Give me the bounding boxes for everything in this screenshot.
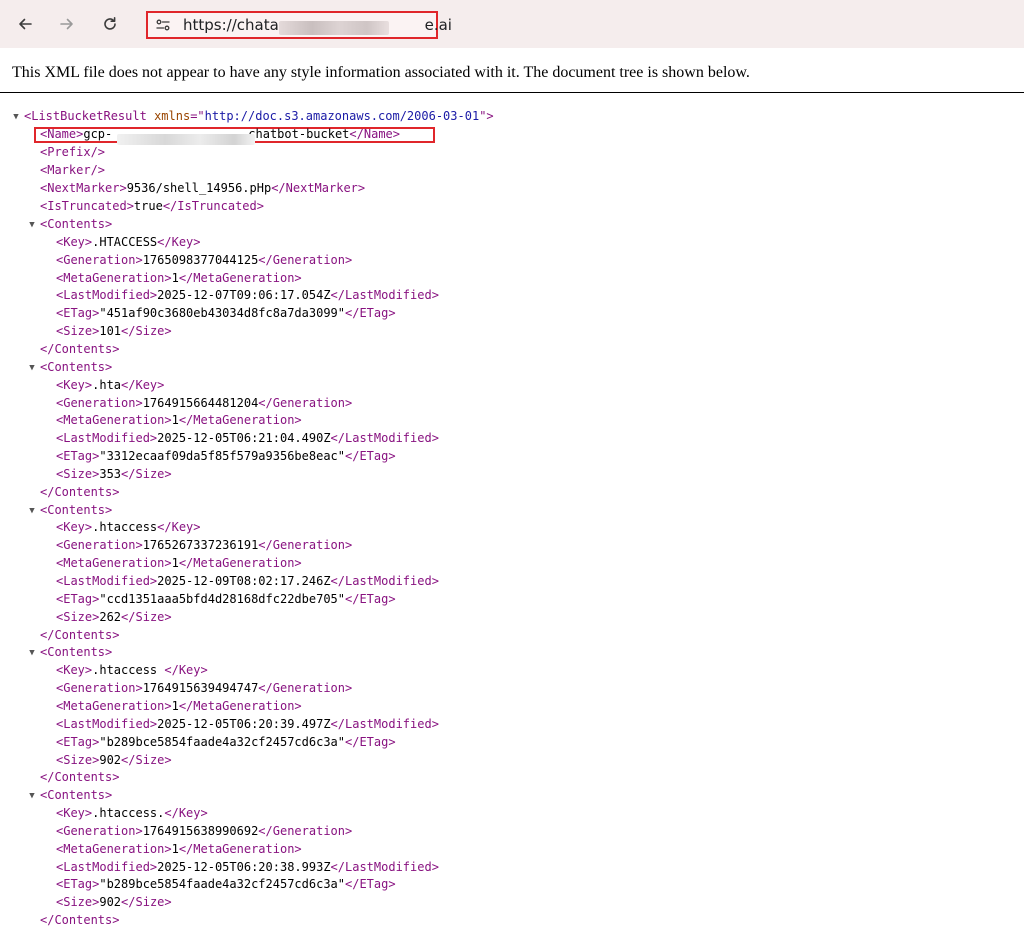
contents-key-element: <Key>.HTACCESS</Key> (56, 234, 201, 249)
collapse-toggle-icon[interactable]: ▼ (11, 112, 21, 122)
marker-element: <Marker/> (40, 163, 106, 177)
contents-open-tag: <Contents> (40, 359, 113, 374)
contents-metageneration-element: <MetaGeneration>1</MetaGeneration> (56, 841, 302, 856)
contents-open-tag: <Contents> (40, 645, 113, 660)
contents-close-tag: </Contents> (40, 341, 120, 356)
collapse-toggle-icon[interactable]: ▼ (27, 791, 37, 801)
contents-last-modified-element: <LastModified>2025-12-05T06:20:38.993Z</… (56, 859, 439, 874)
contents-close-tag: </Contents> (40, 913, 120, 928)
contents-key-element: <Key>.hta</Key> (56, 377, 165, 392)
arrow-right-icon (60, 18, 73, 30)
contents-generation-element: <Generation>1764915664481204</Generation… (56, 395, 353, 410)
xml-style-notice: This XML file does not appear to have an… (12, 64, 750, 81)
notice-divider (0, 92, 1024, 93)
contents-metageneration-element: <MetaGeneration>1</MetaGeneration> (56, 413, 302, 428)
browser-toolbar: https://chatas e.ai (0, 0, 1024, 48)
arrow-left-icon (19, 18, 32, 30)
collapse-toggle-icon[interactable]: ▼ (27, 506, 37, 516)
url-redaction (279, 21, 389, 35)
contents-generation-element: <Generation>1765267337236191</Generation… (56, 538, 353, 553)
contents-key-element: <Key>.htaccess </Key> (56, 663, 208, 678)
contents-close-tag: </Contents> (40, 770, 120, 785)
contents-generation-element: <Generation>1765098377044125</Generation… (56, 252, 353, 267)
contents-close-tag: </Contents> (40, 627, 120, 642)
contents-size-element: <Size>353</Size> (56, 466, 172, 481)
url-text[interactable]: https://chatas e.ai (183, 16, 452, 35)
contents-size-element: <Size>262</Size> (56, 609, 172, 624)
contents-size-element: <Size>902</Size> (56, 752, 172, 767)
contents-metageneration-element: <MetaGeneration>1</MetaGeneration> (56, 270, 302, 285)
contents-metageneration-element: <MetaGeneration>1</MetaGeneration> (56, 698, 302, 713)
site-info-icon[interactable] (155, 15, 171, 35)
contents-close-tag: </Contents> (40, 484, 120, 499)
root-open-tag: <ListBucketResult xmlns="http://doc.s3.a… (24, 109, 494, 123)
contents-etag-element: <ETag>"b289bce5854faade4a32cf2457cd6c3a"… (56, 734, 396, 749)
contents-key-element: <Key>.htaccess.</Key> (56, 806, 208, 821)
contents-size-element: <Size>101</Size> (56, 324, 172, 339)
contents-metageneration-element: <MetaGeneration>1</MetaGeneration> (56, 556, 302, 571)
collapse-toggle-icon[interactable]: ▼ (27, 648, 37, 658)
url-prefix: https://chatas (183, 16, 287, 34)
next-marker-element: <NextMarker>9536/shell_14956.pHp</NextMa… (40, 181, 366, 195)
contents-last-modified-element: <LastModified>2025-12-05T06:21:04.490Z</… (56, 431, 439, 446)
contents-generation-element: <Generation>1764915638990692</Generation… (56, 823, 353, 838)
address-bar[interactable]: https://chatas e.ai (146, 11, 452, 39)
reload-button[interactable] (96, 10, 124, 38)
contents-open-tag: <Contents> (40, 788, 113, 803)
collapse-toggle-icon[interactable]: ▼ (27, 363, 37, 373)
reload-icon (104, 17, 116, 30)
contents-etag-element: <ETag>"ccd1351aaa5bfd4d28168dfc22dbe705"… (56, 591, 396, 606)
collapse-toggle-icon[interactable]: ▼ (27, 220, 37, 230)
forward-button[interactable] (53, 10, 81, 38)
contents-last-modified-element: <LastModified>2025-12-05T06:20:39.497Z</… (56, 716, 439, 731)
contents-last-modified-element: <LastModified>2025-12-07T09:06:17.054Z</… (56, 288, 439, 303)
contents-key-element: <Key>.htaccess</Key> (56, 520, 201, 535)
contents-etag-element: <ETag>"b289bce5854faade4a32cf2457cd6c3a"… (56, 877, 396, 892)
contents-etag-element: <ETag>"3312ecaaf09da5f85f579a9356be8eac"… (56, 449, 396, 464)
back-button[interactable] (11, 10, 39, 38)
is-truncated-element: <IsTruncated>true</IsTruncated> (40, 199, 264, 213)
contents-size-element: <Size>902</Size> (56, 895, 172, 910)
url-suffix: e.ai (424, 16, 452, 34)
contents-etag-element: <ETag>"451af90c3680eb43034d8fc8a7da3099"… (56, 306, 396, 321)
name-redaction (117, 134, 255, 145)
contents-open-tag: <Contents> (40, 502, 113, 517)
contents-generation-element: <Generation>1764915639494747</Generation… (56, 681, 353, 696)
contents-open-tag: <Contents> (40, 217, 113, 231)
contents-last-modified-element: <LastModified>2025-12-09T08:02:17.246Z</… (56, 574, 439, 588)
prefix-element: <Prefix/> (40, 145, 106, 159)
